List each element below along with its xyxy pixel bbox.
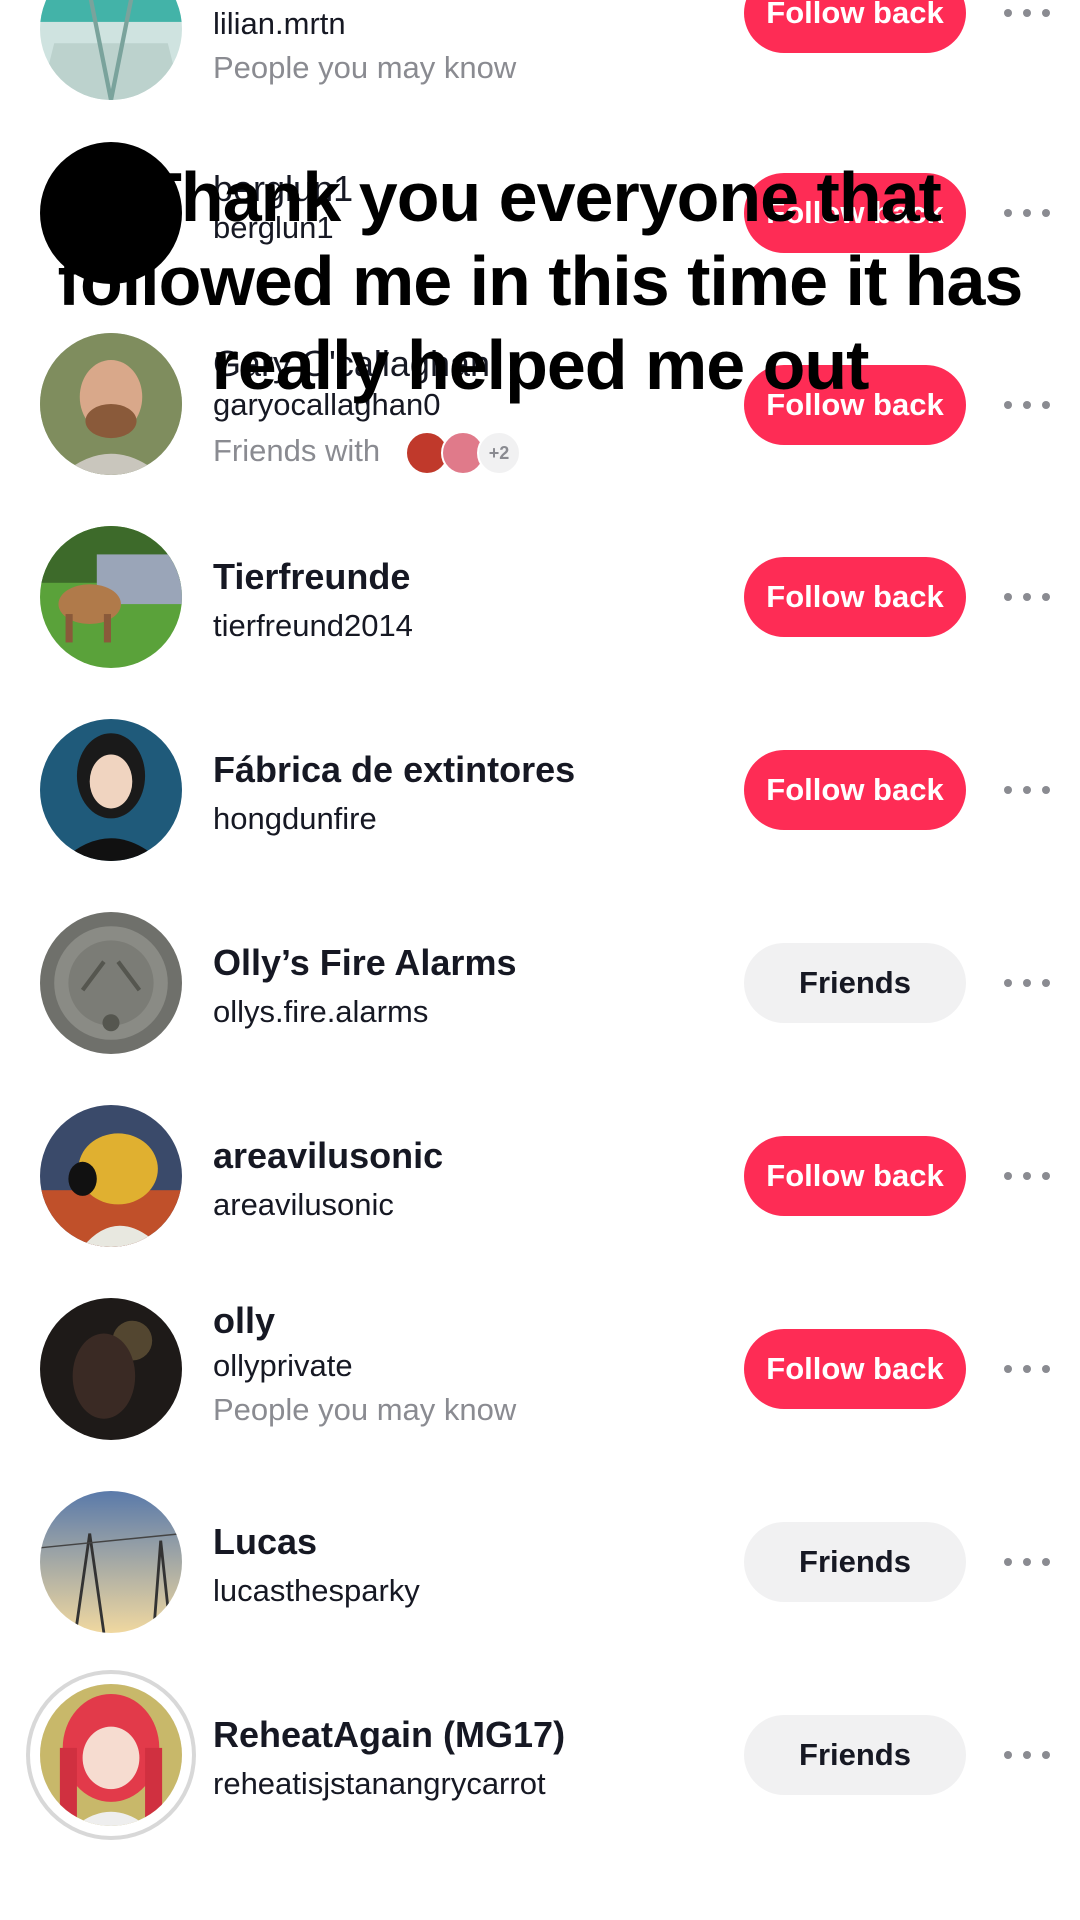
user-handle: hongdunfire: [213, 801, 377, 836]
avatar[interactable]: [40, 719, 182, 861]
list-item[interactable]: areavilusonic areavilusonic Follow back: [0, 1105, 1080, 1295]
user-handle: ollys.fire.alarms: [213, 994, 429, 1029]
list-item[interactable]: Gary O'callaghan garyocallaghan0 Friends…: [0, 333, 1080, 523]
avatar-image: [40, 333, 182, 475]
more-options-icon[interactable]: [1004, 976, 1050, 990]
follow-back-button[interactable]: Follow back: [744, 1329, 966, 1409]
list-item[interactable]: lilian.mrtn People you may know Follow b…: [0, 0, 1080, 120]
avatar-image: [40, 912, 182, 1054]
follow-back-button[interactable]: Follow back: [744, 750, 966, 830]
avatar-image: [40, 719, 182, 861]
follow-back-button[interactable]: Follow back: [744, 173, 966, 253]
avatar[interactable]: [40, 912, 182, 1054]
list-item[interactable]: ReheatAgain (MG17) reheatisjstanangrycar…: [0, 1684, 1080, 1874]
list-item[interactable]: Tierfreunde tierfreund2014 Follow back: [0, 526, 1080, 716]
friends-button[interactable]: Friends: [744, 1715, 966, 1795]
avatar[interactable]: [40, 333, 182, 475]
user-display-name: Gary O'callaghan: [213, 343, 491, 384]
user-handle: lucasthesparky: [213, 1573, 420, 1608]
list-item[interactable]: Lucas lucasthesparky Friends: [0, 1491, 1080, 1681]
avatar-image: [40, 526, 182, 668]
more-options-icon[interactable]: [1004, 1555, 1050, 1569]
user-display-name: Olly’s Fire Alarms: [213, 942, 517, 983]
list-item[interactable]: olly ollyprivate People you may know Fol…: [0, 1298, 1080, 1488]
user-display-name: Lucas: [213, 1521, 318, 1562]
friends-button[interactable]: Friends: [744, 943, 966, 1023]
avatar[interactable]: [40, 0, 182, 100]
user-handle: areavilusonic: [213, 1187, 394, 1222]
avatar[interactable]: [40, 1491, 182, 1633]
more-options-icon[interactable]: [1004, 206, 1050, 220]
list-item[interactable]: Olly’s Fire Alarms ollys.fire.alarms Fri…: [0, 912, 1080, 1102]
more-options-icon[interactable]: [1004, 1748, 1050, 1762]
avatar[interactable]: [40, 1105, 182, 1247]
more-options-icon[interactable]: [1004, 6, 1050, 20]
user-handle: ollyprivate: [213, 1348, 353, 1383]
user-display-name: berglun1: [213, 168, 354, 209]
more-options-icon[interactable]: [1004, 783, 1050, 797]
user-display-name: ReheatAgain (MG17): [213, 1714, 566, 1755]
avatar[interactable]: [40, 142, 182, 284]
user-handle: reheatisjstanangrycarrot: [213, 1766, 546, 1801]
follow-back-button[interactable]: Follow back: [744, 0, 966, 53]
follow-back-button[interactable]: Follow back: [744, 557, 966, 637]
user-display-name: areavilusonic: [213, 1135, 444, 1176]
avatar[interactable]: [40, 1684, 182, 1826]
user-subtitle: People you may know: [213, 1392, 517, 1427]
avatar[interactable]: [40, 1298, 182, 1440]
user-handle: tierfreund2014: [213, 608, 413, 643]
more-options-icon[interactable]: [1004, 590, 1050, 604]
more-options-icon[interactable]: [1004, 398, 1050, 412]
user-display-name: Tierfreunde: [213, 556, 411, 597]
user-handle: garyocallaghan0: [213, 387, 441, 422]
follow-back-button[interactable]: Follow back: [744, 365, 966, 445]
user-subtitle: Friends with: [213, 433, 381, 468]
user-display-name: olly: [213, 1300, 276, 1341]
avatar-image: [40, 1105, 182, 1247]
list-item[interactable]: berglun1 berglun1 Follow back: [0, 120, 1080, 310]
avatar-image: [40, 0, 182, 100]
more-options-icon[interactable]: [1004, 1169, 1050, 1183]
mutual-friends-avatars[interactable]: +2: [405, 431, 521, 475]
user-subtitle: People you may know: [213, 50, 517, 85]
follow-back-button[interactable]: Follow back: [744, 1136, 966, 1216]
followers-list: lilian.mrtn People you may know Follow b…: [0, 0, 1080, 1920]
more-options-icon[interactable]: [1004, 1362, 1050, 1376]
user-display-name: Fábrica de extintores: [213, 749, 576, 790]
list-item[interactable]: Fábrica de extintores hongdunfire Follow…: [0, 719, 1080, 909]
avatar[interactable]: [40, 526, 182, 668]
user-handle: berglun1: [213, 210, 334, 245]
avatar-image: [40, 1491, 182, 1633]
friends-button[interactable]: Friends: [744, 1522, 966, 1602]
user-handle: lilian.mrtn: [213, 6, 346, 41]
mutual-count-badge: +2: [477, 431, 521, 475]
avatar-image: [40, 1298, 182, 1440]
avatar-image: [40, 1684, 182, 1826]
